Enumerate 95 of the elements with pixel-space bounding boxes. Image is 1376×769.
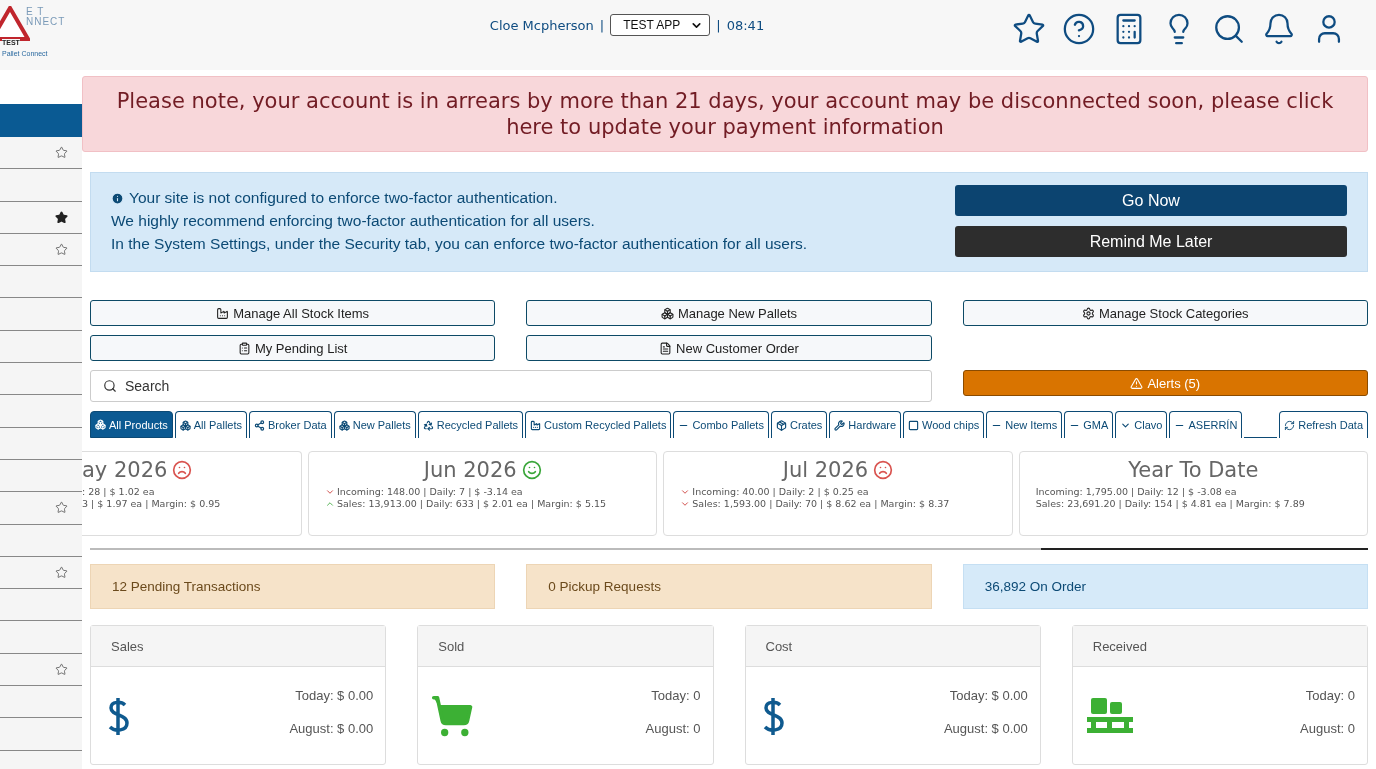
action-button[interactable]: Manage New Pallets (526, 300, 932, 326)
star-icon[interactable] (55, 566, 68, 579)
clock-time: 08:41 (726, 17, 765, 33)
status-box[interactable]: 36,892 On Order (962, 564, 1368, 609)
action-button[interactable]: My Pending List (90, 335, 496, 361)
period-title: Jun 2026 (423, 458, 517, 482)
tab[interactable]: All Products (90, 411, 173, 438)
card-title: Cost (765, 638, 793, 654)
search-icon (103, 379, 117, 393)
app-select[interactable]: TEST APP (610, 14, 711, 36)
period-stat: : 28 | $ 1.02 ea (82, 486, 155, 497)
cart-icon (430, 693, 475, 738)
search-field[interactable]: Search (90, 370, 932, 402)
period-stat: Incoming: 40.00 | Daily: 2 | $ 0.25 ea (692, 486, 869, 497)
square-icon (908, 419, 920, 431)
notice-text: In the System Settings, under the Security tab, you can enforce two-factor authentication for all users. (111, 235, 808, 253)
tab[interactable]: Combo Pallets (673, 411, 769, 438)
tab[interactable]: Recycled Pallets (417, 411, 524, 438)
package-icon (775, 419, 787, 431)
card-title: Received (1092, 638, 1147, 654)
tab[interactable]: Hardware (829, 411, 902, 438)
card-title: Sold (438, 638, 465, 654)
tab[interactable]: Wood chips (903, 411, 985, 438)
status-box[interactable]: 12 Pending Transactions (90, 564, 496, 609)
boxes-icon (179, 419, 191, 431)
smiley-icon (521, 460, 542, 480)
tab[interactable]: GMA (1064, 411, 1114, 438)
action-button[interactable]: New Customer Order (526, 335, 932, 361)
month-value: August: 0 (1300, 720, 1355, 736)
period-title: Jul 2026 (782, 458, 869, 482)
tab[interactable]: Broker Data (249, 411, 332, 438)
period-stat: 3 | $ 1.97 ea | Margin: $ 0.95 (82, 498, 221, 509)
tab[interactable]: Clavo (1115, 411, 1168, 438)
refresh-icon (1284, 419, 1296, 431)
warning-icon (1130, 376, 1144, 390)
remind-later-button[interactable]: Remind Me Later (955, 226, 1347, 257)
star-icon[interactable] (55, 662, 68, 676)
star-icon[interactable] (55, 243, 68, 257)
star-icon[interactable] (55, 146, 68, 160)
period-title: ay 2026 (82, 458, 168, 482)
boxes-icon (95, 419, 106, 430)
period-stat: Sales: 13,913.00 | Daily: 633 | $ 2.01 ea | Margin: $ 5.15 (337, 498, 607, 509)
month-value: August: 0 (645, 720, 701, 736)
star-icon[interactable] (55, 501, 68, 515)
action-button[interactable]: Manage All Stock Items (90, 300, 496, 326)
month-value: August: $ 0.00 (289, 720, 374, 736)
period-title: Year To Date (1128, 458, 1259, 482)
recycle-icon (422, 419, 434, 431)
help-icon[interactable] (1062, 12, 1096, 46)
tab[interactable]: New Pallets (333, 411, 416, 438)
separator: | (716, 17, 721, 33)
today-value: Today: 0 (651, 687, 701, 703)
status-box[interactable]: 0 Pickup Requests (526, 564, 932, 609)
search-icon[interactable] (1212, 12, 1246, 46)
bell-icon[interactable] (1262, 12, 1296, 46)
card-title: Sales (111, 638, 144, 654)
period-stat: Sales: 23,691.20 | Daily: 154 | $ 4.81 ea | Margin: $ 7.89 (1035, 498, 1305, 509)
period-stat: Incoming: 148.00 | Daily: 7 | $ -3.14 ea (337, 486, 523, 497)
user-name: Cloe Mcpherson (489, 17, 594, 33)
sad-face-icon (873, 460, 894, 480)
sidebar-item[interactable] (0, 201, 82, 234)
tab[interactable]: Custom Recycled Pallets (525, 411, 672, 438)
separator: | (599, 17, 605, 33)
logo-text: NNECT (26, 16, 66, 27)
logo-text: E T (26, 6, 45, 17)
go-now-button[interactable]: Go Now (955, 185, 1347, 216)
sad-face-icon (172, 460, 193, 480)
action-icon (660, 306, 674, 320)
today-value: Today: 0 (1305, 687, 1355, 703)
notice-text: Your site is not configured to enforce two-factor authentication. (129, 189, 558, 207)
arrears-notice[interactable]: Please note, your account is in arrears by more than 21 days, your account may be disconnected soon, please click here to update your payment information (82, 76, 1368, 152)
wrench-icon (834, 419, 846, 431)
action-icon (216, 306, 230, 320)
period-stat: Incoming: 1,795.00 | Daily: 12 | $ -3.08 ea (1035, 486, 1237, 497)
star-icon[interactable] (55, 210, 68, 224)
period-stat: Sales: 1,593.00 | Daily: 70 | $ 8.62 ea | Margin: $ 8.37 (692, 498, 950, 509)
tab[interactable]: Crates (770, 411, 828, 438)
refresh-button[interactable]: Refresh Data (1279, 411, 1368, 438)
action-button[interactable]: Manage Stock Categories (962, 300, 1368, 326)
action-icon (659, 341, 673, 355)
share-icon (254, 419, 265, 431)
action-icon (1082, 306, 1096, 320)
today-value: Today: $ 0.00 (949, 687, 1028, 703)
boxes-icon (338, 419, 350, 431)
today-value: Today: $ 0.00 (295, 687, 374, 703)
pallet-icon (1084, 695, 1135, 736)
action-icon (237, 341, 251, 355)
notice-text: We highly recommend enforcing two-factor authentication for all users. (111, 212, 595, 230)
tab[interactable]: New Items (986, 411, 1063, 438)
month-value: August: $ 0.00 (943, 720, 1028, 736)
tab[interactable]: All Pallets (174, 411, 247, 438)
factory-icon (530, 419, 542, 431)
info-icon (111, 191, 124, 205)
star-icon[interactable] (1012, 12, 1046, 46)
tab[interactable]: ASERRÍN (1169, 411, 1243, 438)
